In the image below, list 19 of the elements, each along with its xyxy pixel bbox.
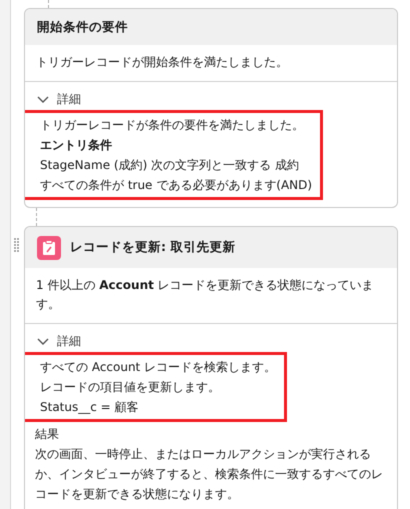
- details-toggle[interactable]: 詳細: [37, 333, 81, 350]
- clipboard-icon: [37, 236, 61, 260]
- details-toggle[interactable]: 詳細: [37, 91, 81, 108]
- card-description: 1 件以上の Account レコードを更新できる状態になっています。: [36, 278, 374, 311]
- detail-heading: エントリ条件: [40, 137, 113, 154]
- detail-line: StageName (成約) 次の文字列と一致する 成約: [40, 157, 300, 174]
- chevron-icon: [37, 96, 49, 104]
- detail-line: レコードの項目値を更新します。: [40, 379, 221, 396]
- card-title: レコードを更新: 取引先更新: [70, 239, 236, 256]
- chevron-icon: [37, 338, 49, 346]
- result-label: 結果: [35, 426, 60, 443]
- card-title: 開始条件の要件: [37, 18, 128, 36]
- detail-line: トリガーレコードが条件の要件を満たしました。: [40, 117, 305, 134]
- detail-line: すべての Account レコードを検索します。: [40, 359, 276, 376]
- drag-handle-icon[interactable]: [14, 238, 19, 252]
- card-description: トリガーレコードが開始条件を満たしました。: [36, 55, 288, 69]
- result-text: 次の画面、一時停止、またはローカルアクションが実行されるか、インタビューが終了すると、検索条件に一致するすべてのレコードを更新できる状態になります。: [35, 446, 384, 503]
- detail-line: すべての条件が true である必要があります(AND): [40, 177, 312, 194]
- detail-line: Status__c = 顧客: [40, 399, 140, 416]
